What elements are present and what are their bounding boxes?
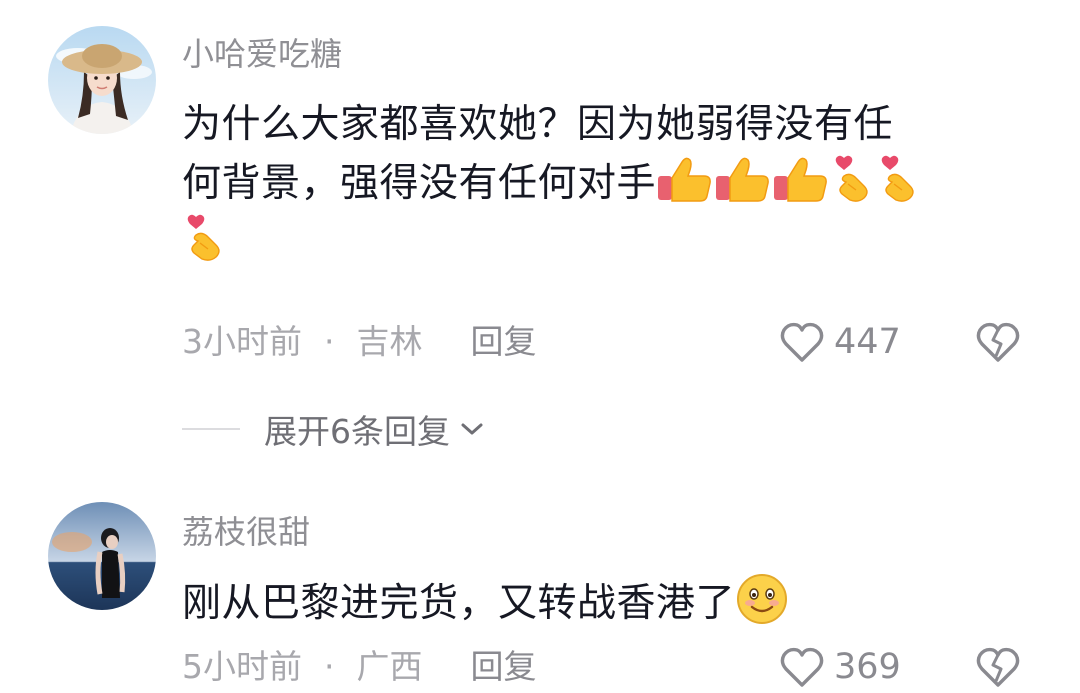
comment-location: 吉林 — [356, 322, 423, 361]
like-count: 447 — [834, 322, 901, 362]
dislike-button[interactable] — [974, 645, 1022, 689]
comment-username[interactable]: 荔枝很甜 — [182, 512, 310, 552]
comment-text-line: 为什么大家都喜欢她？因为她弱得没有任 — [182, 102, 894, 147]
reply-button[interactable]: 回复 — [471, 322, 537, 361]
expand-replies-button[interactable]: 展开6条回复 — [182, 406, 486, 452]
divider-line — [182, 428, 240, 430]
comment-text-line: 刚从巴黎进完货，又转战香港了 — [182, 581, 736, 626]
comment-text-line: 何背景，强得没有任何对手 — [182, 161, 657, 206]
broken-heart-icon — [976, 322, 1020, 362]
thumbs-up-icon — [656, 154, 714, 204]
comment-time: 5小时前 — [182, 647, 302, 686]
expand-replies-label: 展开6条回复 — [264, 412, 450, 451]
comment-item: 小哈爱吃糖 为什么大家都喜欢她？因为她弱得没有任 何背景，强得没有任何对手 3小… — [0, 0, 1080, 480]
like-count: 369 — [834, 647, 901, 687]
finger-heart-icon — [182, 213, 228, 263]
dislike-button[interactable] — [974, 320, 1022, 364]
thumbs-up-icon — [714, 154, 772, 204]
finger-heart-icon — [876, 154, 922, 204]
like-button[interactable]: 447 — [778, 318, 901, 366]
smile-icon — [735, 572, 789, 626]
comment-text: 刚从巴黎进完货，又转战香港了 — [182, 572, 1002, 633]
chevron-down-icon — [461, 423, 483, 435]
thumbs-up-icon — [772, 154, 830, 204]
meta-separator: · — [324, 647, 335, 686]
comment-location: 广西 — [356, 647, 423, 686]
avatar[interactable] — [48, 502, 156, 610]
heart-icon — [780, 647, 824, 687]
comment-text: 为什么大家都喜欢她？因为她弱得没有任 何背景，强得没有任何对手 — [182, 96, 1002, 272]
avatar[interactable] — [48, 26, 156, 134]
like-button[interactable]: 369 — [778, 643, 901, 691]
comment-meta: 5小时前 · 广西 回复 — [182, 645, 537, 689]
comment-time: 3小时前 — [182, 322, 302, 361]
broken-heart-icon — [976, 647, 1020, 687]
comment-username[interactable]: 小哈爱吃糖 — [182, 34, 342, 74]
meta-separator: · — [324, 322, 335, 361]
comment-item: 荔枝很甜 刚从巴黎进完货，又转战香港了 5小时前 · 广西 回复 369 — [0, 480, 1080, 687]
finger-heart-icon — [830, 154, 876, 204]
reply-button[interactable]: 回复 — [471, 647, 537, 686]
heart-icon — [780, 322, 824, 362]
comment-meta: 3小时前 · 吉林 回复 — [182, 320, 537, 364]
